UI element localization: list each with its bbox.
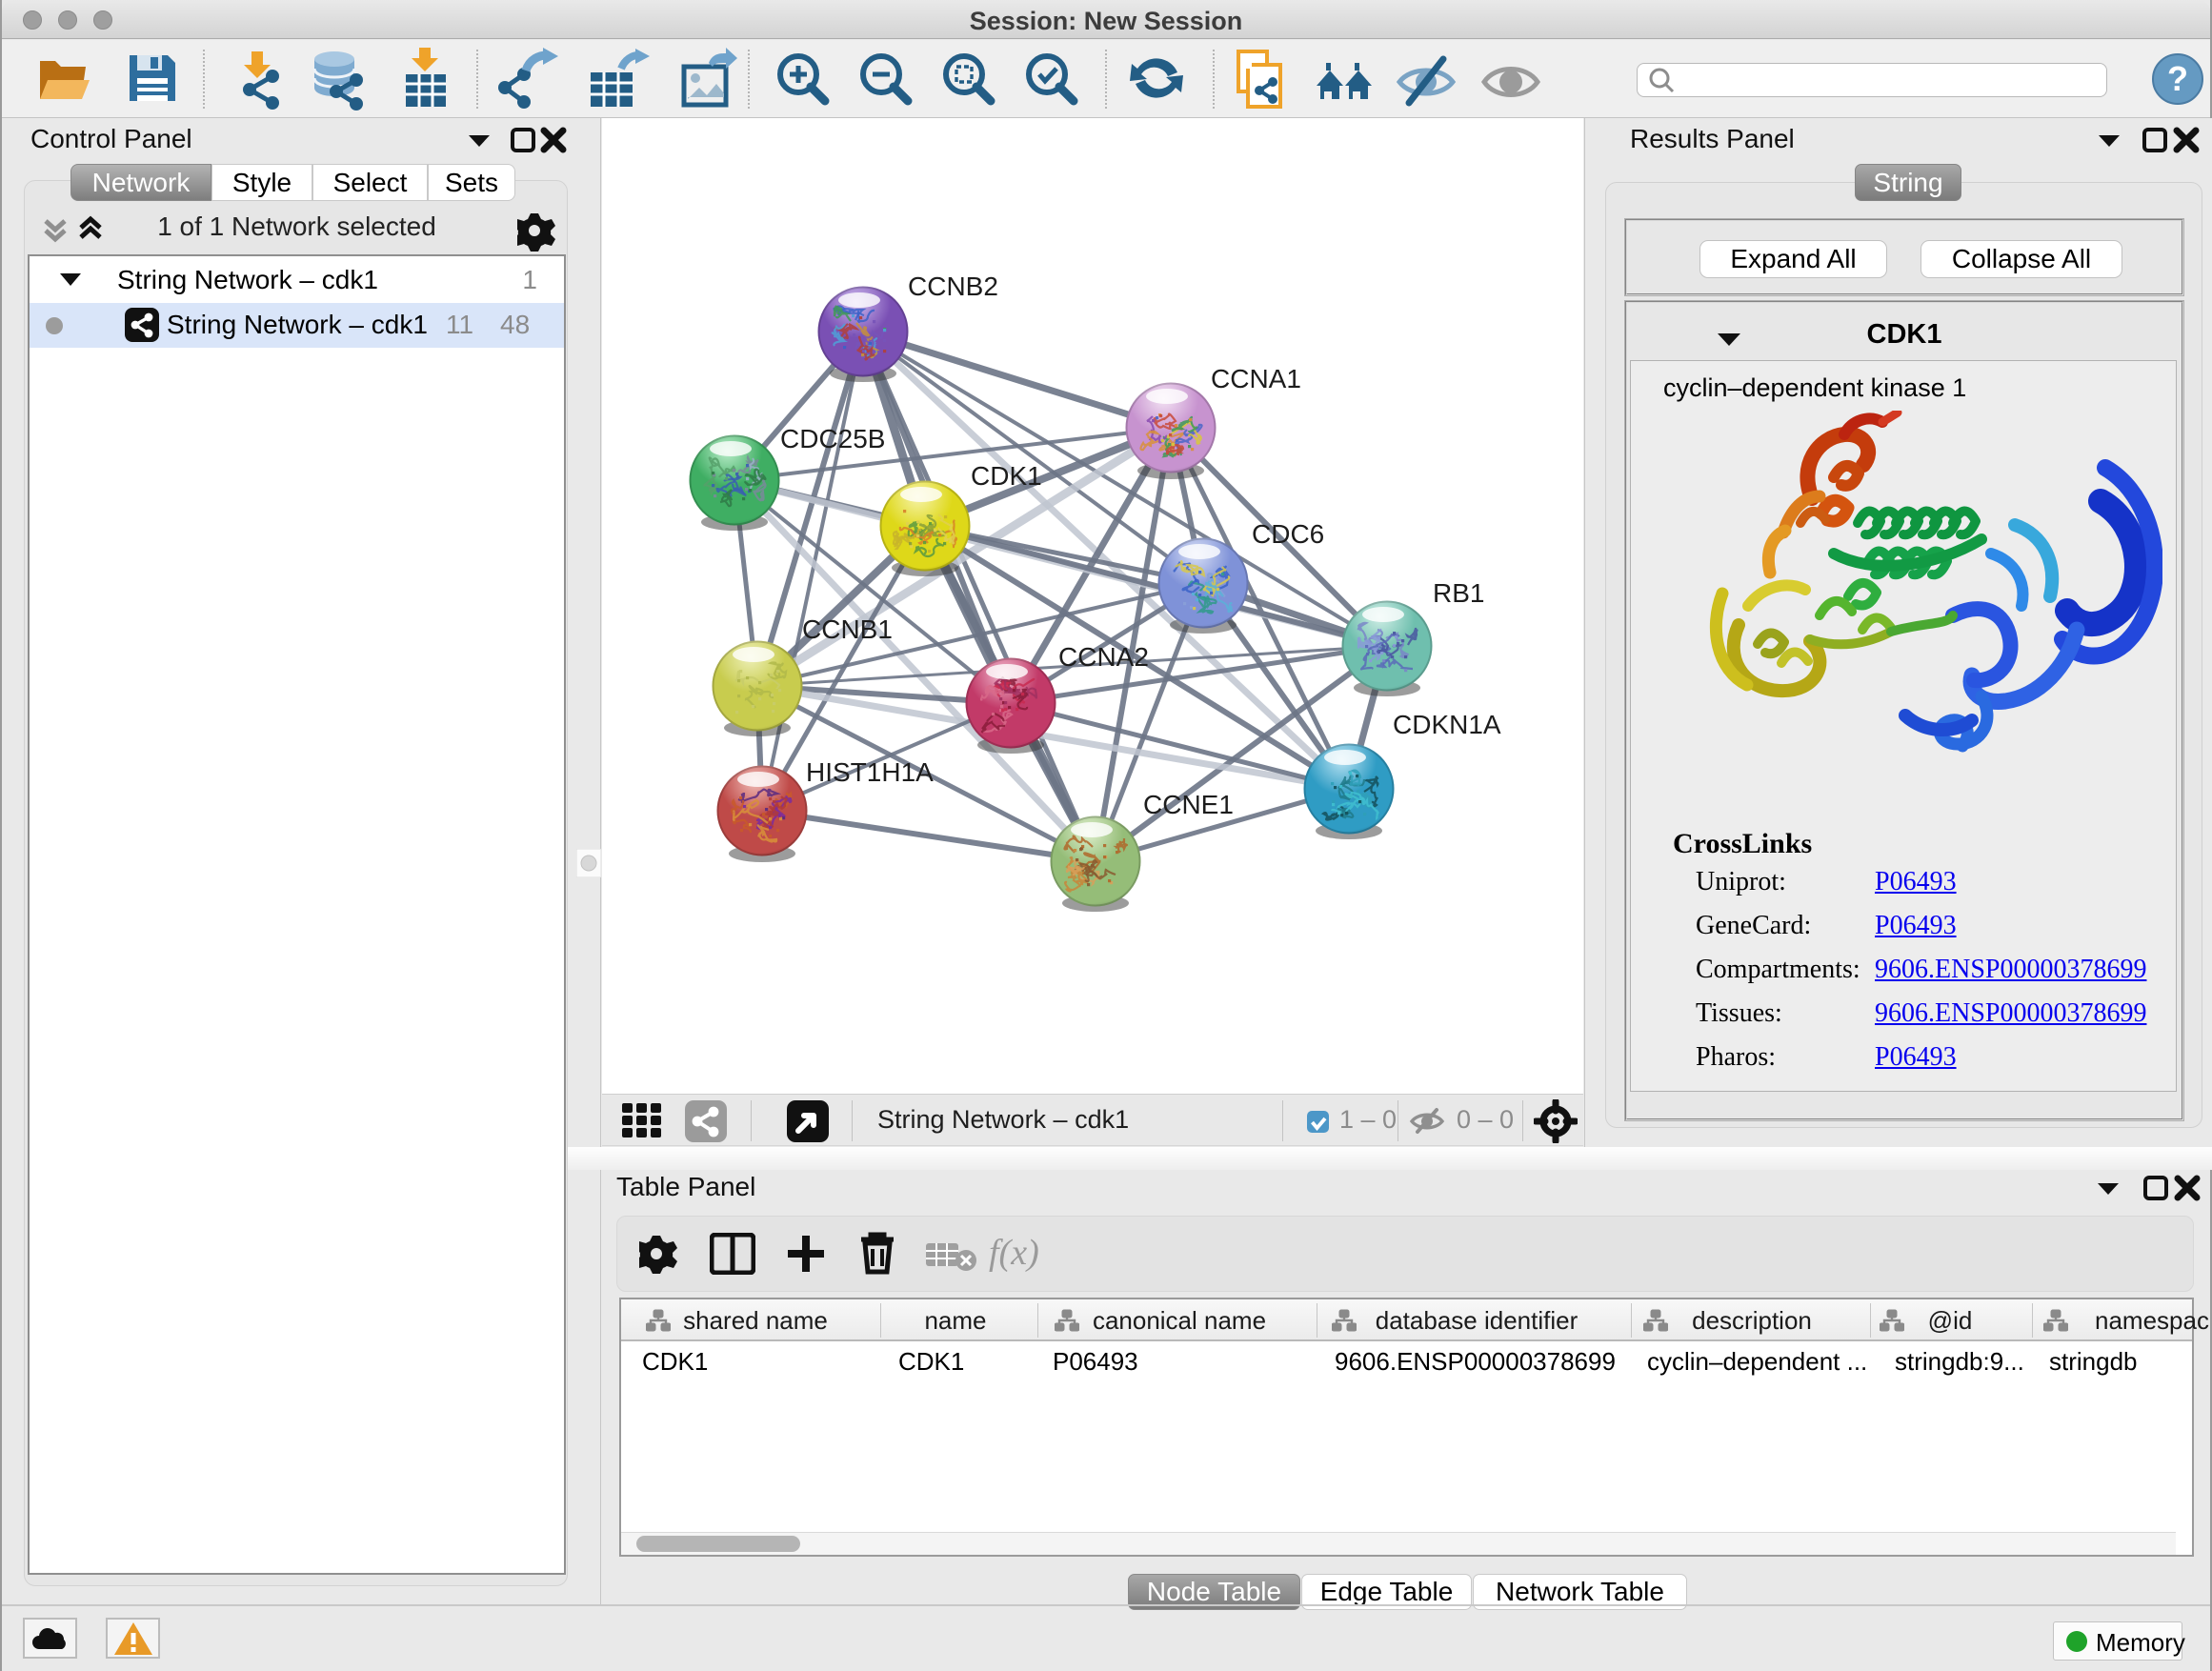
svg-text:CCNB1: CCNB1 xyxy=(802,614,893,644)
svg-text:CDKN1A: CDKN1A xyxy=(1393,710,1501,739)
svg-text:RB1: RB1 xyxy=(1433,578,1484,608)
svg-text:CDC25B: CDC25B xyxy=(780,424,885,453)
svg-text:CDC6: CDC6 xyxy=(1252,519,1324,549)
svg-text:HIST1H1A: HIST1H1A xyxy=(806,757,934,787)
svg-text:CDK1: CDK1 xyxy=(971,461,1042,491)
svg-text:CCNE1: CCNE1 xyxy=(1143,790,1234,819)
svg-text:CCNA2: CCNA2 xyxy=(1058,642,1149,672)
svg-text:?: ? xyxy=(2167,59,2188,98)
svg-text:CCNA1: CCNA1 xyxy=(1211,364,1301,393)
svg-text:CCNB2: CCNB2 xyxy=(908,272,998,301)
